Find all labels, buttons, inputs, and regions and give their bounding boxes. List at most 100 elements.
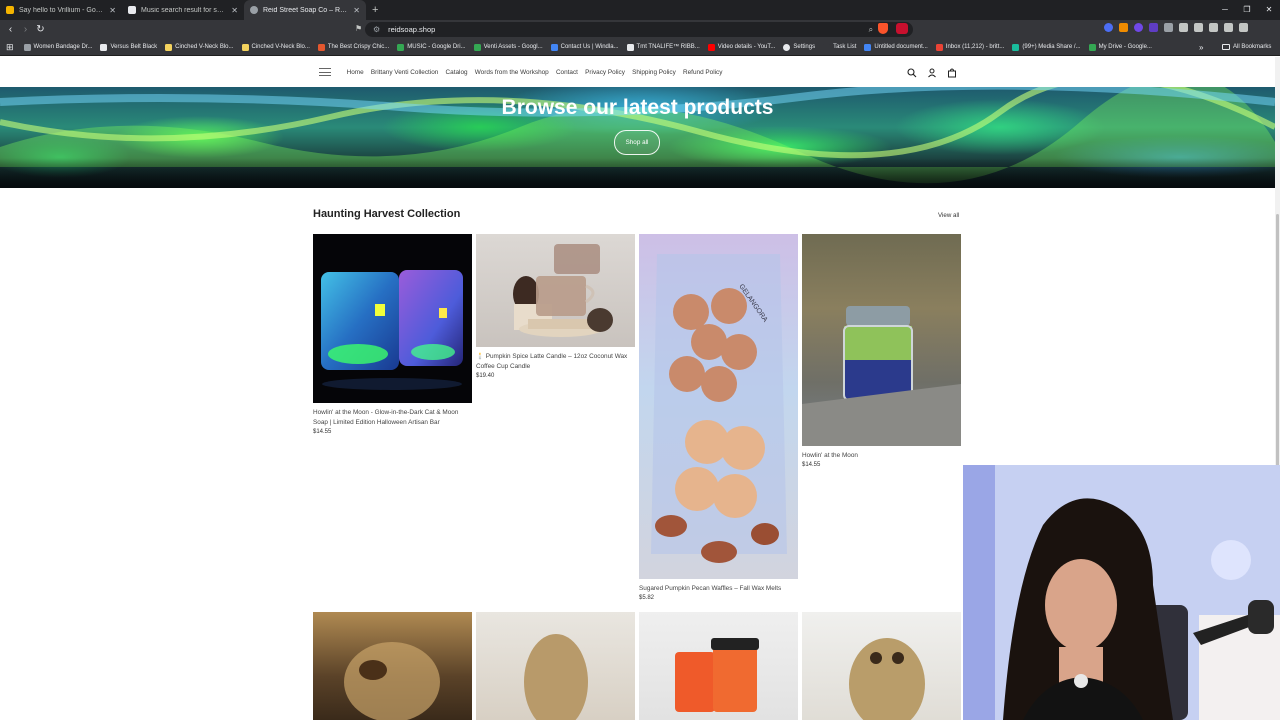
all-bookmarks-button[interactable]: All Bookmarks [1222,44,1271,50]
view-all-link[interactable]: View all [938,212,959,219]
bookmark-item[interactable]: Inbox (11,212) - britt... [932,43,1009,51]
collection-title: Haunting Harvest Collection [313,208,461,220]
bookmark-item[interactable]: Versus Belt Black [96,43,161,51]
extension-icon[interactable] [1149,23,1158,32]
product-image[interactable] [476,234,635,347]
nav-brittany-venti-collection[interactable]: Brittany Venti Collection [367,69,442,76]
close-tab-icon[interactable]: ✕ [231,6,238,15]
minimize-icon[interactable]: ─ [1214,0,1236,20]
nav-contact[interactable]: Contact [552,69,581,76]
nav-words-from-the-workshop[interactable]: Words from the Workshop [471,69,552,76]
tab-reid-street-soap[interactable]: Reid Street Soap Co – Reid Street ✕ [244,0,366,20]
forward-arrow-icon[interactable]: › [18,24,33,35]
new-tab-button[interactable]: + [366,4,384,16]
account-icon[interactable] [926,66,938,78]
product-card[interactable]: Howlin' at the Moon - Glow-in-the-Dark C… [313,234,472,435]
globe-favicon-icon [250,6,258,14]
product-card[interactable] [802,612,961,720]
product-image[interactable] [313,612,472,720]
product-card[interactable] [639,612,798,720]
scrollbar-thumb[interactable] [1276,214,1279,472]
screen: Say hello to Vrillium - Google Slides ✕ … [0,0,1280,720]
back-arrow-icon[interactable]: ‹ [3,24,18,35]
close-tab-icon[interactable]: ✕ [353,6,360,15]
wallet-icon[interactable] [1194,23,1203,32]
bookmark-item[interactable]: Untitled document... [860,43,931,51]
puzzle-extensions-icon[interactable] [1164,23,1173,32]
product-card[interactable]: GELANGORA Sugared Pumpkin Pecan Waffles … [639,234,798,601]
tab-google-slides[interactable]: Say hello to Vrillium - Google Slides ✕ [0,0,122,20]
product-name[interactable]: Howlin' at the Moon [802,451,961,461]
zoom-search-icon[interactable]: ⌕ [869,25,873,35]
product-image[interactable] [639,612,798,720]
product-image[interactable] [313,234,472,403]
product-name[interactable]: Sugared Pumpkin Pecan Waffles – Fall Wax… [639,584,798,594]
apps-grid-icon[interactable]: ⊞ [0,42,20,53]
drive-favicon-icon [473,43,481,51]
nav-shipping-policy[interactable]: Shipping Policy [629,69,680,76]
product-price: $5.82 [639,595,655,601]
bookmark-favicon-icon [100,43,108,51]
notification-icon[interactable] [896,23,908,34]
tab-epidemic-sound[interactable]: Music search result for synth | Epidemic… [122,0,244,20]
product-card[interactable]: Howlin' at the Moon $14.55 [802,234,961,468]
site-info-icon[interactable]: ⚙ [373,25,380,34]
product-card[interactable] [313,612,472,720]
product-image[interactable] [802,234,961,446]
shop-all-button[interactable]: Shop all [614,130,660,155]
bookmark-item[interactable]: (99+) Media Share /... [1008,43,1084,51]
brave-shield-icon[interactable] [878,23,888,34]
leo-ai-icon[interactable] [1209,23,1218,32]
product-image[interactable] [476,612,635,720]
product-image[interactable]: GELANGORA [639,234,798,579]
address-bar[interactable]: ⚙ reidsoap.shop ⌕ ↗ ☆ [365,22,913,37]
bookmark-item[interactable]: The Best Crispy Chic... [314,43,393,51]
bookmark-favicon-icon [823,43,831,51]
nav-home[interactable]: Home [343,69,367,76]
nav-refund-policy[interactable]: Refund Policy [679,69,726,76]
side-panel-icon[interactable] [1179,23,1188,32]
menu-icon[interactable] [1239,23,1248,32]
bookmarks-bar: ⊞ Women Bandage Dr... Versus Belt Black … [0,39,1280,56]
product-price: $14.55 [313,429,332,435]
bookmark-favicon-icon [23,43,31,51]
product-name[interactable]: Howlin' at the Moon - Glow-in-the-Dark C… [313,408,472,428]
streamer-webcam-art [963,465,1280,720]
extension-icon[interactable] [1119,23,1128,32]
bookmark-item[interactable]: Video details - YouT... [704,43,780,51]
more-bookmarks-chevron-icon[interactable]: » [1199,43,1203,52]
close-tab-icon[interactable]: ✕ [109,6,116,15]
bookmark-item[interactable]: Venti Assets - Googl... [470,43,547,51]
store-logo[interactable] [319,68,331,76]
bookmark-item[interactable]: My Drive - Google... [1085,43,1156,51]
bookmark-icon[interactable]: ⚑ [355,24,362,33]
bookmark-item[interactable]: Women Bandage Dr... [20,43,97,51]
bookmark-item[interactable]: Task List [819,43,860,51]
bookmark-item[interactable]: Contact Us | Windla... [547,43,623,51]
reload-icon[interactable]: ↻ [33,24,48,35]
product-price: $14.55 [802,462,821,468]
extension-icon[interactable] [1134,23,1143,32]
search-icon[interactable] [906,66,918,78]
bookmark-item[interactable]: Tmt TNALIFE™ RIBB... [623,43,704,51]
restore-icon[interactable]: ❐ [1236,0,1258,20]
header-icons [906,66,958,78]
bookmark-item[interactable]: Settings [779,43,819,51]
nav-privacy-policy[interactable]: Privacy Policy [582,69,629,76]
nav-catalog[interactable]: Catalog [442,69,471,76]
close-window-icon[interactable]: ✕ [1258,0,1280,20]
bookmark-item[interactable]: Cinched V-Neck Blo... [161,43,237,51]
product-card[interactable]: 🕯️ Pumpkin Spice Latte Candle – 12oz Coc… [476,234,635,379]
url-text[interactable]: reidsoap.shop [388,25,435,34]
extension-icon[interactable] [1104,23,1113,32]
bookmark-item[interactable]: Cinched V-Neck Blo... [238,43,314,51]
vpn-icon[interactable] [1224,23,1233,32]
bookmark-favicon-icon [1012,43,1020,51]
bookmark-item[interactable]: MUSIC - Google Dri... [393,43,469,51]
youtube-favicon-icon [707,43,715,51]
product-image[interactable] [802,612,961,720]
product-card[interactable] [476,612,635,720]
hero-banner: Browse our latest products Shop all [0,87,1275,188]
cart-icon[interactable] [946,66,958,78]
product-name[interactable]: 🕯️ Pumpkin Spice Latte Candle – 12oz Coc… [476,352,635,372]
